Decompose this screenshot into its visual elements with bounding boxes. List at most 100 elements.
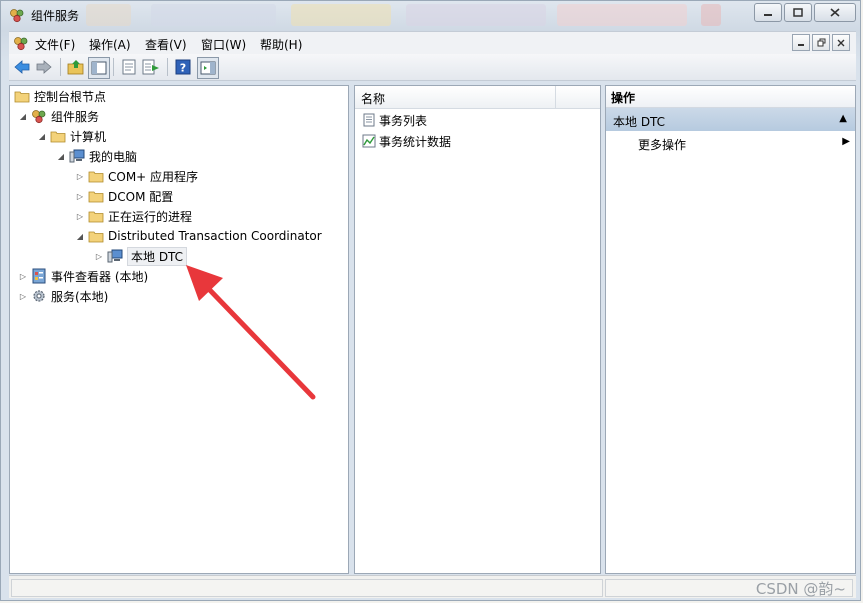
folder-icon <box>88 228 104 244</box>
toolbar: ? <box>9 54 856 81</box>
event-viewer-icon <box>31 268 47 284</box>
menu-bar: 文件(F) 操作(A) 查看(V) 窗口(W) 帮助(H) <box>9 31 856 54</box>
more-actions-label: 更多操作 <box>638 138 687 152</box>
tree-item-component-services[interactable]: ◢ 组件服务 <box>18 107 99 125</box>
tree-item-local-dtc[interactable]: ▷ 本地 DTC <box>94 246 188 266</box>
tree-item-dcom-config[interactable]: ▷ DCOM 配置 <box>75 187 173 205</box>
restore-icon <box>817 38 825 47</box>
blurred-background-tab <box>291 4 391 26</box>
collapse-icon[interactable]: ◢ <box>18 112 28 121</box>
close-icon <box>830 8 840 17</box>
console-tree-pane[interactable]: 控制台根节点 ◢ 组件服务 ◢ 计算机 ◢ 我的电脑 ▷ COM+ 应用程序 ▷… <box>9 85 349 574</box>
mdi-close-button[interactable] <box>832 34 850 51</box>
more-actions-item[interactable]: 更多操作 ▶ <box>638 136 850 154</box>
menu-action[interactable]: 操作(A) <box>89 36 131 53</box>
maximize-button[interactable] <box>784 3 812 22</box>
tree-item-label: 事件查看器 (本地) <box>51 269 149 284</box>
toolbar-separator <box>60 58 61 76</box>
tree-item-computers[interactable]: ◢ 计算机 <box>37 127 106 145</box>
toolbar-separator <box>167 58 168 76</box>
folder-icon <box>88 168 104 184</box>
component-services-icon <box>10 9 24 23</box>
up-one-level-button[interactable] <box>66 57 86 77</box>
component-services-icon <box>31 108 47 124</box>
tree-item-my-computer[interactable]: ◢ 我的电脑 <box>56 147 137 165</box>
system-menu-icon[interactable] <box>13 35 29 51</box>
actions-section-local-dtc[interactable]: 本地 DTC ▲ <box>606 108 855 131</box>
statistics-chart-icon <box>362 134 376 148</box>
mdi-minimize-button[interactable] <box>792 34 810 51</box>
minimize-icon <box>764 13 772 16</box>
tree-item-label: 本地 DTC <box>127 246 188 266</box>
blurred-background-tab <box>86 4 131 26</box>
list-item-transaction-statistics[interactable]: 事务统计数据 <box>362 132 451 150</box>
tree-item-label: COM+ 应用程序 <box>108 169 199 184</box>
back-arrow-icon <box>14 60 30 74</box>
title-bar[interactable]: 组件服务 <box>1 1 862 29</box>
help-icon: ? <box>175 59 191 75</box>
minimize-icon <box>798 43 804 46</box>
computer-icon <box>107 248 123 264</box>
watermark-text: CSDN @韵~ <box>755 580 846 598</box>
tree-item-label: 正在运行的进程 <box>108 209 193 224</box>
expand-icon[interactable]: ▷ <box>94 252 104 261</box>
tree-item-console-root[interactable]: 控制台根节点 <box>14 87 106 105</box>
collapse-icon[interactable]: ◢ <box>75 232 85 241</box>
show-hide-tree-button[interactable] <box>88 57 110 79</box>
actions-section-label: 本地 DTC <box>613 115 666 129</box>
close-button[interactable] <box>814 3 856 22</box>
menu-window[interactable]: 窗口(W) <box>201 36 246 53</box>
blurred-background-tab <box>701 4 721 26</box>
up-folder-icon <box>67 60 84 75</box>
list-item-transaction-list[interactable]: 事务列表 <box>362 111 427 129</box>
tree-item-label: Distributed Transaction Coordinator <box>108 229 322 243</box>
folder-icon <box>14 88 30 104</box>
window-title: 组件服务 <box>31 9 80 23</box>
tree-item-event-viewer[interactable]: ▷ 事件查看器 (本地) <box>18 267 148 285</box>
tree-item-services[interactable]: ▷ 服务(本地) <box>18 287 108 305</box>
export-list-button[interactable] <box>141 57 161 77</box>
folder-icon <box>88 188 104 204</box>
tree-item-dtc[interactable]: ◢ Distributed Transaction Coordinator <box>75 227 322 245</box>
minimize-button[interactable] <box>754 3 782 22</box>
collapse-up-icon[interactable]: ▲ <box>839 113 847 124</box>
actions-header-label: 操作 <box>611 91 636 105</box>
close-icon <box>837 39 845 46</box>
toolbar-separator <box>113 58 114 76</box>
tree-item-label: 控制台根节点 <box>34 89 107 104</box>
back-button[interactable] <box>12 57 32 77</box>
expand-icon[interactable]: ▷ <box>75 172 85 181</box>
forward-button[interactable] <box>34 57 54 77</box>
collapse-icon[interactable]: ◢ <box>56 152 66 161</box>
menu-help[interactable]: 帮助(H) <box>260 36 302 53</box>
gear-icon <box>31 288 47 304</box>
collapse-icon[interactable]: ◢ <box>37 132 47 141</box>
menu-file[interactable]: 文件(F) <box>35 36 75 53</box>
column-divider[interactable] <box>555 86 556 108</box>
window-controls <box>754 3 856 22</box>
expand-icon[interactable]: ▷ <box>18 272 28 281</box>
properties-button[interactable] <box>119 57 139 77</box>
show-hide-tree-icon <box>91 61 107 75</box>
tree-item-label: 我的电脑 <box>89 149 138 164</box>
mdi-restore-button[interactable] <box>812 34 830 51</box>
show-hide-action-pane-button[interactable] <box>197 57 219 79</box>
actions-pane: 操作 本地 DTC ▲ 更多操作 ▶ <box>605 85 856 574</box>
expand-icon[interactable]: ▷ <box>75 212 85 221</box>
expand-icon[interactable]: ▷ <box>75 192 85 201</box>
status-bar: CSDN @韵~ <box>9 575 856 598</box>
list-item-label: 事务统计数据 <box>379 134 452 149</box>
submenu-arrow-icon: ▶ <box>842 136 850 147</box>
expand-icon[interactable]: ▷ <box>18 292 28 301</box>
help-button[interactable]: ? <box>173 57 193 77</box>
maximize-icon <box>793 8 803 17</box>
tree-item-label: 服务(本地) <box>51 289 109 304</box>
menu-view[interactable]: 查看(V) <box>145 36 187 53</box>
results-pane[interactable]: 名称 事务列表 事务统计数据 <box>354 85 601 574</box>
tree-item-running-processes[interactable]: ▷ 正在运行的进程 <box>75 207 192 225</box>
tree-item-label: 计算机 <box>70 129 107 144</box>
tree-item-com-apps[interactable]: ▷ COM+ 应用程序 <box>75 167 198 185</box>
folder-icon <box>50 128 66 144</box>
mdi-controls <box>792 34 850 51</box>
column-header-name[interactable]: 名称 <box>355 86 600 109</box>
